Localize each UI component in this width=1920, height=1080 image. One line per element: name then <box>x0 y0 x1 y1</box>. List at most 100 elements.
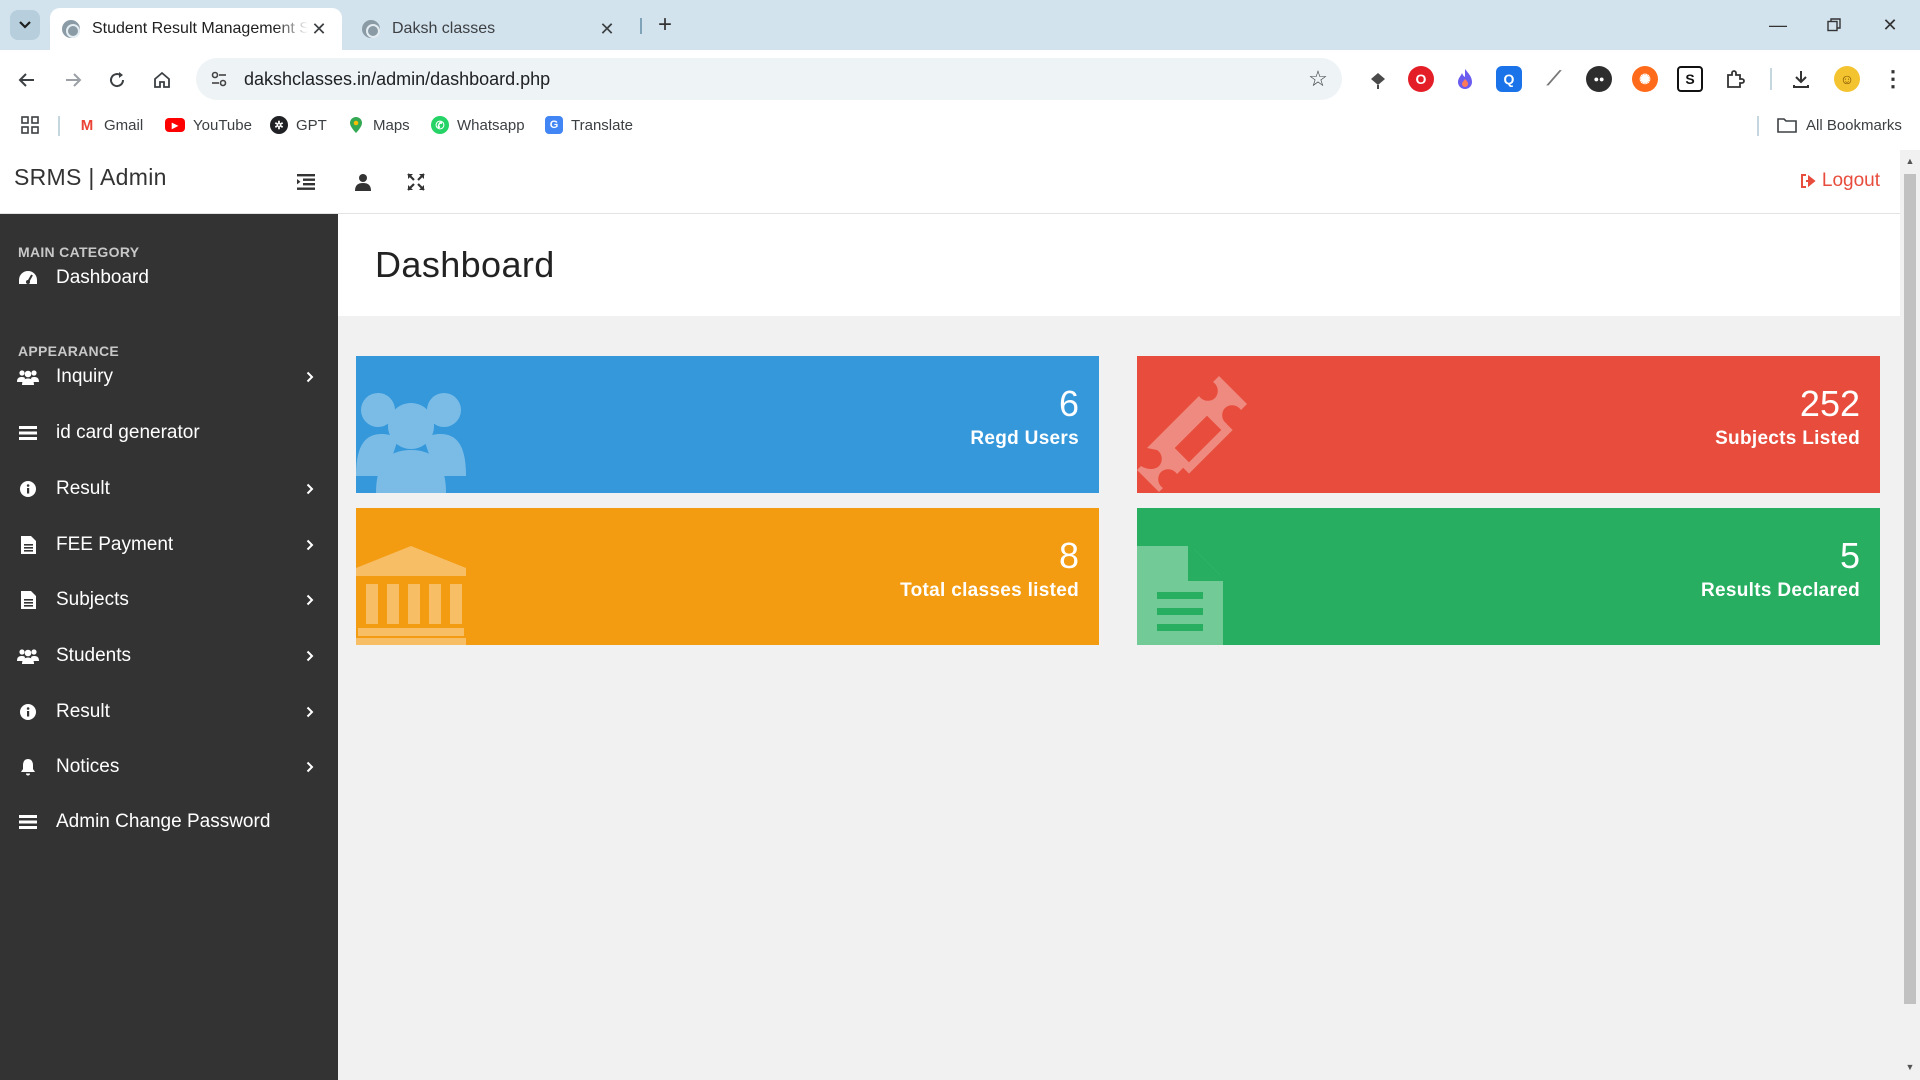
bookmark-label: Translate <box>571 116 633 134</box>
bookmark-gmail[interactable]: M Gmail <box>78 114 143 136</box>
chevron-right-icon <box>300 594 320 606</box>
home-button[interactable] <box>145 63 179 97</box>
chevron-right-icon <box>300 539 320 551</box>
toolbar-divider <box>1770 68 1772 90</box>
downloads-icon[interactable] <box>1788 66 1814 92</box>
apps-grid-icon[interactable] <box>20 114 40 136</box>
restore-icon <box>1827 18 1841 32</box>
fullscreen-button[interactable] <box>402 168 430 196</box>
forward-arrow-icon <box>66 73 82 87</box>
file-text-icon <box>17 536 39 554</box>
bookmark-divider <box>58 116 60 136</box>
sidebar-item-subjects[interactable]: Subjects <box>0 578 338 622</box>
brand-title[interactable]: SRMS | Admin <box>14 164 167 191</box>
sidebar-toggle-button[interactable] <box>292 168 320 196</box>
dashboard-gauge-icon <box>17 270 39 286</box>
whatsapp-icon: ✆ <box>431 116 449 134</box>
extension-s-icon[interactable]: S <box>1677 66 1703 92</box>
restore-button[interactable] <box>1806 0 1862 50</box>
bookmark-star-icon[interactable]: ☆ <box>1300 61 1336 97</box>
indent-list-icon <box>297 174 315 190</box>
tab-daksh-classes[interactable]: Daksh classes ✕ <box>350 8 630 50</box>
tab-search-button[interactable] <box>10 10 40 40</box>
bookmark-label: Gmail <box>104 116 144 134</box>
sidebar-item-admin-change-password[interactable]: Admin Change Password <box>0 800 338 844</box>
bookmark-youtube[interactable]: ▶ YouTube <box>165 114 252 136</box>
bookmark-gpt[interactable]: ✲ GPT <box>270 114 327 136</box>
address-bar[interactable]: dakshclasses.in/admin/dashboard.php ☆ <box>196 58 1342 100</box>
stat-card-results-declared[interactable]: 5 Results Declared <box>1137 508 1880 645</box>
bookmark-maps[interactable]: Maps <box>347 114 410 136</box>
forward-button[interactable] <box>56 63 90 97</box>
scroll-down-arrow[interactable]: ▼ <box>1900 1058 1920 1076</box>
minimize-button[interactable]: — <box>1750 0 1806 50</box>
sidebar-item-label: id card generator <box>56 422 200 443</box>
more-menu-icon[interactable]: ⋮ <box>1880 66 1906 92</box>
site-settings-icon[interactable] <box>204 64 234 94</box>
extensions-puzzle-icon[interactable] <box>1722 66 1748 92</box>
sidebar-item-result[interactable]: Result <box>0 467 338 511</box>
sidebar-item-fee-payment[interactable]: FEE Payment <box>0 523 338 567</box>
stat-card-total-classes[interactable]: 8 Total classes listed <box>356 508 1099 645</box>
globe-icon <box>62 20 80 38</box>
sidebar-item-label: Subjects <box>56 589 129 610</box>
close-tab-icon[interactable]: ✕ <box>596 18 618 40</box>
stat-label: Regd Users <box>970 428 1079 449</box>
sidebar-item-label: Inquiry <box>56 366 114 387</box>
gmail-icon: M <box>78 116 96 134</box>
close-window-button[interactable]: ✕ <box>1862 0 1918 50</box>
chevron-right-icon <box>300 706 320 718</box>
tab-student-result[interactable]: Student Result Management Sy ✕ <box>50 8 342 50</box>
url-text[interactable]: dakshclasses.in/admin/dashboard.php <box>244 69 1300 90</box>
chevron-down-icon <box>19 21 31 29</box>
sidebar-item-result-2[interactable]: Result <box>0 690 338 734</box>
bookmark-divider <box>1757 116 1759 136</box>
bookmark-translate[interactable]: G Translate <box>545 114 633 136</box>
close-tab-icon[interactable]: ✕ <box>308 18 330 40</box>
ticket-icon <box>1137 376 1247 492</box>
bookmark-label: GPT <box>296 116 327 134</box>
all-bookmarks-button[interactable]: All Bookmarks <box>1776 114 1902 136</box>
sidebar-item-label: Dashboard <box>56 267 149 288</box>
sidebar-item-notices[interactable]: Notices <box>0 745 338 789</box>
openai-icon: ✲ <box>270 116 288 134</box>
extension-dropbox-icon[interactable] <box>1365 66 1391 92</box>
sidebar-item-inquiry[interactable]: Inquiry <box>0 355 338 399</box>
extension-eyedropper-icon[interactable]: ⟋ <box>1541 66 1567 92</box>
logout-label: Logout <box>1821 170 1880 191</box>
scroll-up-arrow[interactable]: ▲ <box>1900 152 1920 170</box>
extension-circle-icon[interactable]: ●● <box>1586 66 1612 92</box>
stat-card-subjects-listed[interactable]: 252 Subjects Listed <box>1137 356 1880 493</box>
chevron-right-icon <box>300 650 320 662</box>
sidebar-item-label: Students <box>56 645 131 666</box>
extension-search-doc-icon[interactable]: Q <box>1496 66 1522 92</box>
stat-card-regd-users[interactable]: 6 Regd Users <box>356 356 1099 493</box>
back-button[interactable] <box>10 63 44 97</box>
reload-button[interactable] <box>100 63 134 97</box>
logout-link[interactable]: Logout <box>1800 170 1880 192</box>
youtube-icon: ▶ <box>165 118 185 132</box>
sidebar-item-label: Admin Change Password <box>56 811 271 832</box>
profile-avatar[interactable]: ☺ <box>1834 66 1860 92</box>
scrollbar-thumb[interactable] <box>1904 174 1916 1004</box>
stat-label: Results Declared <box>1701 580 1860 601</box>
new-tab-button[interactable]: + <box>650 10 680 40</box>
sidebar-item-label: Notices <box>56 756 120 777</box>
profile-button[interactable] <box>349 168 377 196</box>
extension-flame-icon[interactable] <box>1452 66 1478 92</box>
tab-title: Daksh classes <box>392 20 496 37</box>
sidebar-item-dashboard[interactable]: Dashboard <box>0 256 338 300</box>
extension-adblock-icon[interactable]: O <box>1408 66 1434 92</box>
sidebar-item-students[interactable]: Students <box>0 634 338 678</box>
page-title-bar: Dashboard <box>338 214 1900 316</box>
sidebar-item-label: FEE Payment <box>56 534 174 555</box>
extension-orange-icon[interactable]: ✺ <box>1632 66 1658 92</box>
bookmark-whatsapp[interactable]: ✆ Whatsapp <box>431 114 525 136</box>
list-icon <box>17 426 39 440</box>
sidebar-item-id-card-generator[interactable]: id card generator <box>0 411 338 455</box>
globe-icon <box>362 20 380 38</box>
user-icon <box>355 174 371 191</box>
sidebar: MAIN CATEGORY Dashboard APPEARANCE Inqui… <box>0 214 338 1080</box>
bookmark-label: Whatsapp <box>457 116 525 134</box>
translate-icon: G <box>545 116 563 134</box>
